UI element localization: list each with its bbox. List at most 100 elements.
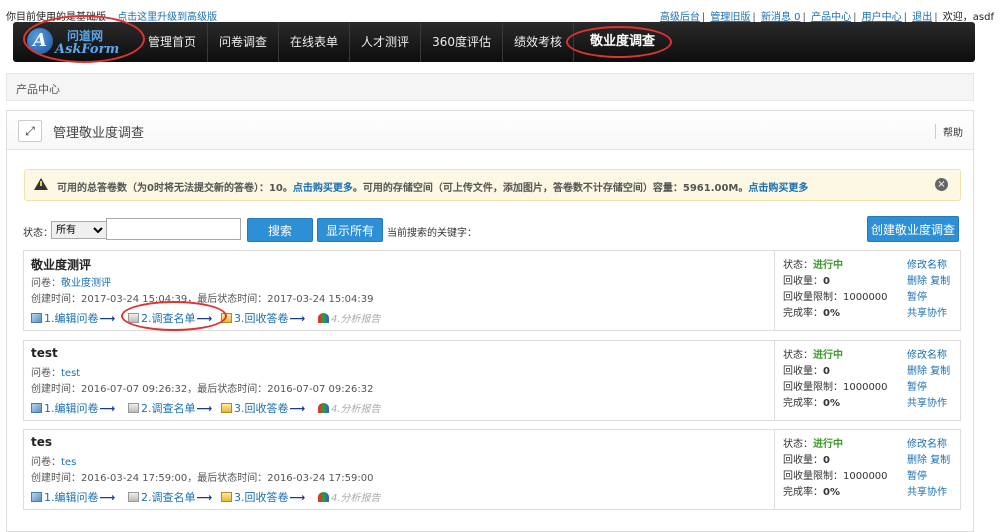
help-link[interactable]: 帮助: [935, 124, 963, 139]
survey-completion: 完成率：0%: [783, 487, 840, 498]
nav-item-engagement[interactable]: 敬业度调查: [565, 22, 672, 62]
delete-copy-actions: 删除 复制: [907, 272, 950, 287]
survey-collected: 回收量：0: [783, 276, 830, 287]
step-analysis-report[interactable]: 4.分析报告: [318, 400, 381, 415]
notice-text: 可用的总答卷数（为0时将无法提交新的答卷）：10。点击购买更多。可用的存储空间（…: [57, 179, 808, 194]
survey-info: 敬业度测评 问卷：敬业度测评 创建时间：2017-03-24 15:04:39，…: [24, 251, 774, 331]
survey-completion: 完成率：0%: [783, 398, 840, 409]
survey-status: 状态：进行中: [783, 260, 843, 271]
survey-times: 创建时间：2016-03-24 17:59:00，最后状态时间：2016-03-…: [31, 473, 374, 484]
copy-link[interactable]: 复制: [930, 276, 950, 287]
copy-link[interactable]: 复制: [930, 455, 950, 466]
mail-icon: [221, 492, 232, 502]
rename-link[interactable]: 修改名称: [907, 435, 947, 450]
survey-stats: 状态：进行中 回收量：0 回收量限制：1000000 完成率：0% 修改名称 删…: [774, 341, 961, 420]
delete-link[interactable]: 删除: [907, 455, 927, 466]
survey-questionnaire: 问卷：test: [31, 368, 81, 379]
breadcrumb-text: 产品中心: [16, 83, 60, 96]
notice-text-2: 。可用的存储空间（可上传文件，添加图片，答卷数不计存储空间）容量：5961.00…: [352, 183, 749, 194]
notice-text-1: 可用的总答卷数（为0时将无法提交新的答卷）：10。: [57, 183, 293, 194]
search-button[interactable]: 搜索: [247, 218, 313, 242]
survey-stats: 状态：进行中 回收量：0 回收量限制：1000000 完成率：0% 修改名称 删…: [774, 430, 961, 509]
nav-item-survey[interactable]: 问卷调查: [208, 22, 280, 62]
show-all-button[interactable]: 显示所有: [317, 218, 383, 242]
create-survey-button[interactable]: 创建敬业度调查: [867, 216, 959, 242]
survey-title[interactable]: tes: [31, 435, 52, 449]
edit-icon: [31, 403, 42, 413]
share-link[interactable]: 共享协作: [907, 483, 947, 498]
survey-questionnaire: 问卷：tes: [31, 457, 77, 468]
copy-link[interactable]: 复制: [930, 366, 950, 377]
step-collect-answers[interactable]: 3.回收答卷⟶: [221, 310, 305, 326]
warning-icon: [34, 178, 48, 190]
main-panel: ⤢ 管理敬业度调查 帮助 可用的总答卷数（为0时将无法提交新的答卷）：10。点击…: [6, 110, 974, 532]
rename-link[interactable]: 修改名称: [907, 256, 947, 271]
step-collect-answers[interactable]: 3.回收答卷⟶: [221, 400, 305, 416]
keyword-label: 当前搜索的关键字：: [387, 228, 477, 239]
survey-info: test 问卷：test 创建时间：2016-07-07 09:26:32，最后…: [24, 341, 774, 420]
main-navbar: A 问道网 AskForm 管理首页 问卷调查 在线表单 人才测评 360度评估…: [13, 15, 975, 63]
step-analysis-report[interactable]: 4.分析报告: [318, 310, 381, 325]
pause-link[interactable]: 暂停: [907, 467, 927, 482]
quota-notice: 可用的总答卷数（为0时将无法提交新的答卷）：10。点击购买更多。可用的存储空间（…: [24, 169, 961, 201]
survey-completion: 完成率：0%: [783, 308, 840, 319]
nav-item-talent[interactable]: 人才测评: [350, 22, 422, 62]
survey-card: 敬业度测评 问卷：敬业度测评 创建时间：2017-03-24 15:04:39，…: [23, 250, 961, 331]
survey-limit: 回收量限制：1000000: [783, 292, 888, 303]
chart-icon: [318, 313, 329, 323]
survey-status: 状态：进行中: [783, 439, 843, 450]
survey-collected: 回收量：0: [783, 366, 830, 377]
nav-item-online-form[interactable]: 在线表单: [279, 22, 351, 62]
nav-item-home[interactable]: 管理首页: [137, 22, 209, 62]
survey-limit: 回收量限制：1000000: [783, 382, 888, 393]
survey-card: tes 问卷：tes 创建时间：2016-03-24 17:59:00，最后状态…: [23, 429, 961, 510]
chart-icon: [318, 403, 329, 413]
chart-icon: [318, 492, 329, 502]
survey-collected: 回收量：0: [783, 455, 830, 466]
survey-stats: 状态：进行中 回收量：0 回收量限制：1000000 完成率：0% 修改名称 删…: [774, 251, 961, 330]
questionnaire-link[interactable]: test: [61, 368, 80, 379]
step-edit-questionnaire[interactable]: 1.编辑问卷⟶: [31, 310, 115, 326]
pause-link[interactable]: 暂停: [907, 288, 927, 303]
survey-questionnaire: 问卷：敬业度测评: [31, 278, 111, 289]
delete-link[interactable]: 删除: [907, 366, 927, 377]
pause-link[interactable]: 暂停: [907, 378, 927, 393]
survey-title[interactable]: 敬业度测评: [31, 256, 91, 273]
share-link[interactable]: 共享协作: [907, 394, 947, 409]
share-link[interactable]: 共享协作: [907, 304, 947, 319]
mail-icon: [221, 403, 232, 413]
edit-icon: [31, 313, 42, 323]
buy-more-storage-link[interactable]: 点击购买更多: [748, 183, 808, 194]
expand-icon[interactable]: ⤢: [18, 120, 42, 142]
user-links: 高级后台 | 管理旧版 | 新消息 0 | 产品中心 | 用户中心 | 退出 | 欢迎，as…: [659, 12, 994, 23]
survey-status: 状态：进行中: [783, 350, 843, 361]
step-edit-questionnaire[interactable]: 1.编辑问卷⟶: [31, 400, 115, 416]
questionnaire-link[interactable]: 敬业度测评: [61, 278, 111, 289]
annotation-circle: [23, 15, 145, 63]
status-filter-label: 状态：: [23, 228, 53, 239]
delete-copy-actions: 删除 复制: [907, 451, 950, 466]
buy-more-answers-link[interactable]: 点击购买更多: [293, 183, 353, 194]
breadcrumb: 产品中心: [6, 73, 974, 101]
nav-menu: 管理首页 问卷调查 在线表单 人才测评 360度评估 绩效考核 敬业度调查: [137, 22, 672, 62]
step-collect-answers[interactable]: 3.回收答卷⟶: [221, 489, 305, 505]
close-icon[interactable]: ×: [935, 178, 948, 191]
survey-card: test 问卷：test 创建时间：2016-07-07 09:26:32，最后…: [23, 340, 961, 421]
list-icon: [128, 492, 139, 502]
questionnaire-link[interactable]: tes: [61, 457, 76, 468]
search-toolbar: 状态： 所有 搜索 显示所有 当前搜索的关键字： 创建敬业度调查: [23, 216, 959, 244]
nav-item-360[interactable]: 360度评估: [421, 22, 503, 62]
annotation-circle: [565, 26, 672, 58]
nav-item-performance[interactable]: 绩效考核: [503, 22, 574, 62]
survey-title[interactable]: test: [31, 346, 58, 360]
step-analysis-report[interactable]: 4.分析报告: [318, 489, 381, 504]
step-survey-list[interactable]: 2.调查名单⟶: [128, 489, 212, 505]
step-survey-list[interactable]: 2.调查名单⟶: [128, 400, 212, 416]
status-filter-select[interactable]: 所有: [51, 221, 107, 239]
askform-logo[interactable]: A 问道网 AskForm: [23, 15, 145, 63]
step-edit-questionnaire[interactable]: 1.编辑问卷⟶: [31, 489, 115, 505]
rename-link[interactable]: 修改名称: [907, 346, 947, 361]
delete-link[interactable]: 删除: [907, 276, 927, 287]
search-input[interactable]: [106, 218, 241, 240]
survey-times: 创建时间：2016-07-07 09:26:32，最后状态时间：2016-07-…: [31, 384, 374, 395]
